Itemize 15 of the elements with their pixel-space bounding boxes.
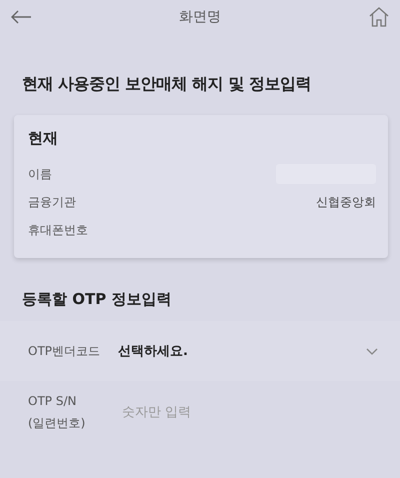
card-title: 현재 bbox=[28, 129, 59, 148]
field-label: OTP벤더코드 bbox=[28, 342, 102, 360]
home-icon[interactable] bbox=[368, 6, 390, 28]
section-title: 등록할 OTP 정보입력 bbox=[22, 290, 172, 309]
field-label: 이름 bbox=[28, 166, 52, 182]
vendor-select[interactable]: 선택하세요. bbox=[118, 342, 378, 360]
page-heading: 현재 사용중인 보안매체 해지 및 정보입력 bbox=[22, 74, 312, 95]
field-value: 신협중앙회 bbox=[316, 194, 376, 210]
chevron-down-icon bbox=[366, 348, 378, 354]
input-field[interactable]: 숫자만 입력 bbox=[122, 405, 378, 420]
field-label: 금융기관 bbox=[28, 194, 76, 210]
field-label: OTP S/N (일련번호) bbox=[28, 393, 86, 432]
field-label: 휴대폰번호 bbox=[28, 222, 88, 238]
screen-title: 화면명 bbox=[179, 8, 221, 26]
back-icon[interactable] bbox=[10, 10, 32, 24]
